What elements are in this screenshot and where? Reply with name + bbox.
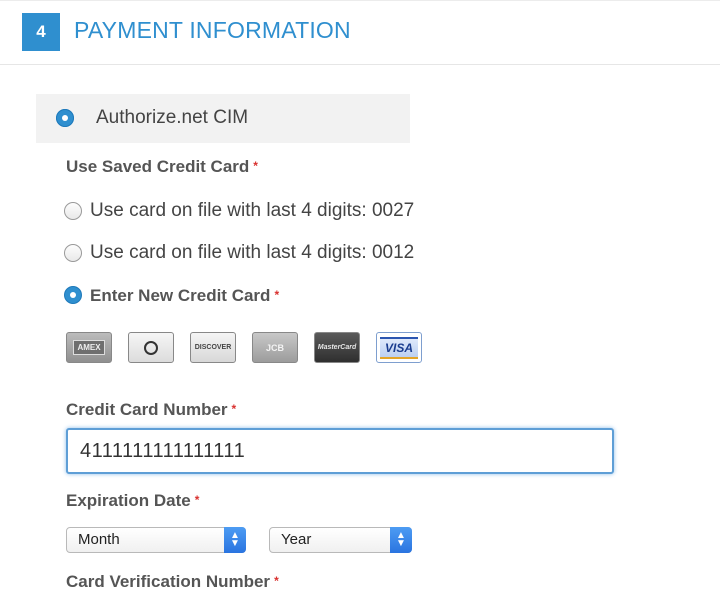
discover-card-icon: DISCOVER xyxy=(190,332,236,363)
new-card-radio[interactable] xyxy=(64,286,82,304)
jcb-card-icon: JCB xyxy=(252,332,298,363)
required-mark: * xyxy=(274,574,279,588)
chevron-up-down-icon: ▲ ▼ xyxy=(390,527,412,553)
new-card-option-label-wrap: Enter New Credit Card * xyxy=(90,286,279,306)
required-mark: * xyxy=(274,288,280,302)
new-card-option-label: Enter New Credit Card xyxy=(90,286,271,305)
saved-card-radio-0027[interactable] xyxy=(64,202,82,220)
saved-card-option-label: Use card on file with last 4 digits: 001… xyxy=(90,242,415,263)
cvv-label-text: Card Verification Number xyxy=(66,572,271,591)
visa-card-icon: VISA xyxy=(376,332,422,363)
card-number-input[interactable] xyxy=(66,428,614,474)
section-title: PAYMENT INFORMATION xyxy=(74,17,351,43)
saved-card-radio-0012[interactable] xyxy=(64,244,82,262)
required-mark: * xyxy=(194,493,200,507)
diners-card-icon xyxy=(128,332,174,363)
chevron-up-down-icon: ▲ ▼ xyxy=(224,527,246,553)
card-number-label-text: Credit Card Number xyxy=(66,400,228,419)
payment-method-label: Authorize.net CIM xyxy=(96,107,249,128)
saved-card-label: Use Saved Credit Card * xyxy=(66,157,258,177)
required-mark: * xyxy=(253,159,258,173)
mastercard-card-icon: MasterCard xyxy=(314,332,360,363)
saved-card-label-text: Use Saved Credit Card xyxy=(66,157,250,176)
payment-method-radio[interactable] xyxy=(56,109,74,127)
section-header: 4 PAYMENT INFORMATION xyxy=(0,0,720,65)
expiration-date-label: Expiration Date * xyxy=(66,491,199,511)
expiration-month-select[interactable]: Month ▲ ▼ xyxy=(66,527,246,553)
saved-card-option-label: Use card on file with last 4 digits: 002… xyxy=(90,200,415,221)
cvv-label: Card Verification Number * xyxy=(66,572,279,592)
expiration-date-label-text: Expiration Date xyxy=(66,491,191,510)
required-mark: * xyxy=(231,402,237,416)
step-number-badge: 4 xyxy=(22,13,60,51)
amex-card-icon: AMEX xyxy=(66,332,112,363)
expiration-year-value: Year xyxy=(281,531,312,548)
expiration-month-value: Month xyxy=(78,531,120,548)
card-number-label: Credit Card Number * xyxy=(66,400,236,420)
payment-method-option[interactable]: Authorize.net CIM xyxy=(36,94,410,143)
expiration-year-select[interactable]: Year ▲ ▼ xyxy=(269,527,412,553)
